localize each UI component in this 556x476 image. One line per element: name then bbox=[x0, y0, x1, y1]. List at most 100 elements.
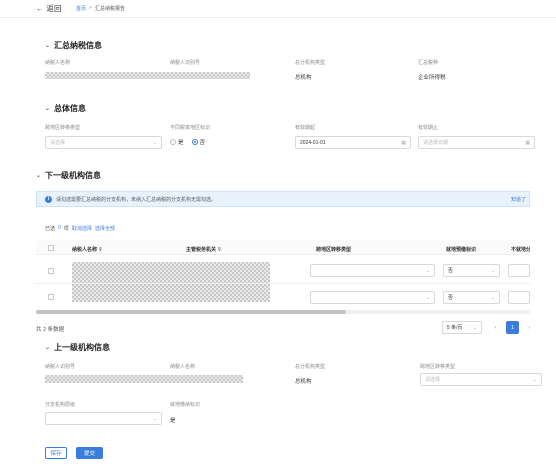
valid-from-value: 2024-01-01 bbox=[300, 139, 326, 146]
column-tax-office-text: 主管税务机关 bbox=[186, 247, 217, 253]
chevron-down-icon: ⌄ bbox=[425, 267, 430, 274]
chevron-down-icon: ⌄ bbox=[532, 376, 537, 383]
redacted-superior-info bbox=[45, 375, 243, 383]
row-cross-region-select[interactable]: ⌄ bbox=[310, 264, 435, 277]
same-region-radio-group: 是 否 bbox=[170, 138, 205, 146]
column-cross-region: 跨地区转移类型 bbox=[316, 247, 352, 253]
radio-selected-icon bbox=[191, 139, 198, 145]
breadcrumb-current: 汇总纳税报告 bbox=[94, 6, 125, 12]
org-type-label: 总分机构类型 bbox=[295, 60, 326, 66]
pagination-controls: ‹ 1 › bbox=[489, 321, 536, 334]
page-size-value: 5 条/页 bbox=[447, 325, 463, 331]
column-tax-office[interactable]: 主管税务机关 ⊽ bbox=[186, 246, 221, 253]
pagination-total: 共 2 条数据 bbox=[36, 327, 65, 333]
radio-no-label: 否 bbox=[199, 140, 206, 146]
select-all-checkbox[interactable] bbox=[48, 245, 54, 251]
redacted-row-data bbox=[72, 262, 270, 302]
row-extra-field[interactable] bbox=[508, 264, 530, 277]
save-button[interactable]: 保存 bbox=[45, 447, 67, 459]
back-label: 返回 bbox=[46, 4, 62, 13]
row-prepay-select[interactable]: 否 ⌄ bbox=[443, 264, 500, 277]
filter-icon[interactable]: ⊽ bbox=[98, 247, 102, 253]
submit-button[interactable]: 提交 bbox=[76, 447, 103, 459]
overall-section-title[interactable]: ⌄ 总体信息 bbox=[45, 103, 86, 114]
row-checkbox[interactable] bbox=[48, 294, 54, 300]
valid-from-date-field[interactable]: 2024-01-01 ▦ bbox=[295, 136, 411, 149]
tax-type-label: 汇总税种 bbox=[418, 60, 439, 66]
superior-org-type-label: 总分机构类型 bbox=[295, 364, 326, 370]
valid-to-date-field[interactable]: 请选择日期 ▦ bbox=[418, 136, 535, 149]
local-prepay-label: 就地缴纳标识 bbox=[170, 402, 201, 408]
chevron-down-icon: ⌄ bbox=[490, 267, 495, 274]
tax-type-value: 企业所得税 bbox=[418, 75, 446, 81]
select-all-link[interactable]: 选择全部 bbox=[95, 225, 115, 232]
superior-cross-region-select[interactable]: 请选择 ⌄ bbox=[420, 373, 542, 386]
column-prepay: 就地预缴标识 bbox=[446, 247, 477, 253]
info-notice-bar: i 请勾选需要汇总纳税的分支机构，未纳入汇总纳税的分支机构无需勾选。 bbox=[36, 191, 530, 207]
cross-region-placeholder: 请选择 bbox=[50, 140, 66, 146]
chevron-down-icon: ⌄ bbox=[45, 106, 51, 112]
subordinate-section-title[interactable]: ⌄ 下一级机构信息 bbox=[36, 170, 101, 181]
calendar-icon: ▦ bbox=[525, 139, 530, 146]
org-type-value: 总机构 bbox=[295, 75, 312, 81]
taxpayer-name-label: 纳税人名称 bbox=[45, 60, 71, 66]
filter-icon[interactable]: ⊽ bbox=[217, 247, 221, 253]
back-button[interactable]: ← 返回 bbox=[36, 3, 62, 14]
superior-taxpayer-id-label: 纳税人识别号 bbox=[45, 364, 76, 370]
row-divider bbox=[36, 283, 530, 284]
chevron-down-icon: ⌄ bbox=[152, 415, 157, 422]
superior-cross-region-placeholder: 请选择 bbox=[425, 377, 441, 383]
page-1-button[interactable]: 1 bbox=[506, 321, 519, 334]
table-scrollbar[interactable] bbox=[36, 310, 530, 314]
prev-page-button[interactable]: ‹ bbox=[489, 321, 502, 334]
same-region-label: 不同税率地区标识 bbox=[170, 125, 211, 131]
row-prepay-select[interactable]: 否 ⌄ bbox=[443, 291, 500, 304]
row-extra-field[interactable] bbox=[508, 291, 530, 304]
valid-to-label: 有效期止 bbox=[418, 125, 439, 131]
chevron-down-icon: ⌄ bbox=[472, 324, 477, 331]
redacted-taxpayer-info bbox=[45, 72, 250, 79]
selected-suffix: 项 bbox=[63, 226, 69, 232]
radio-yes[interactable]: 是 bbox=[170, 138, 184, 146]
breadcrumb-separator: > bbox=[89, 5, 92, 11]
calendar-icon: ▦ bbox=[401, 139, 406, 146]
radio-yes-label: 是 bbox=[178, 140, 184, 146]
row-cross-region-select[interactable]: ⌄ bbox=[310, 291, 435, 304]
info-icon: i bbox=[45, 195, 52, 203]
taxpayer-id-label: 纳税人识别号 bbox=[170, 60, 201, 66]
valid-to-placeholder: 请选择日期 bbox=[423, 140, 449, 146]
arrow-left-icon: ← bbox=[36, 4, 44, 13]
superior-taxpayer-name-label: 纳税人名称 bbox=[170, 364, 196, 370]
branch-level-select[interactable]: ⌄ bbox=[45, 412, 162, 425]
notice-dismiss-link[interactable]: 知道了 bbox=[511, 196, 526, 203]
info-notice-text: 请勾选需要汇总纳税的分支机构，未纳入汇总纳税的分支机构无需勾选。 bbox=[56, 196, 217, 203]
next-page-button[interactable]: › bbox=[523, 321, 536, 334]
breadcrumb: 首页 > 汇总纳税报告 bbox=[76, 5, 125, 12]
local-prepay-value: 是 bbox=[170, 418, 176, 424]
chevron-down-icon: ⌄ bbox=[490, 294, 495, 301]
superior-org-type-value: 总机构 bbox=[295, 379, 312, 385]
cancel-selection-link[interactable]: 取消选择 bbox=[72, 225, 92, 232]
chevron-down-icon: ⌄ bbox=[45, 43, 51, 49]
cross-region-select[interactable]: 请选择 ⌄ bbox=[45, 136, 162, 149]
selected-prefix: 已选 bbox=[45, 226, 56, 232]
breadcrumb-home[interactable]: 首页 bbox=[76, 5, 86, 12]
row-checkbox[interactable] bbox=[48, 268, 54, 274]
selected-count: 0 bbox=[58, 225, 61, 231]
subordinate-title-text: 下一级机构信息 bbox=[45, 171, 102, 180]
row-prepay-value: 否 bbox=[448, 268, 454, 274]
chevron-down-icon: ⌄ bbox=[425, 294, 430, 301]
radio-no[interactable]: 否 bbox=[191, 138, 206, 146]
superior-cross-region-label: 跨地区转移类型 bbox=[420, 364, 456, 370]
radio-circle-icon bbox=[170, 139, 176, 145]
page-size-select[interactable]: 5 条/页 ⌄ bbox=[442, 321, 482, 334]
summary-section-title[interactable]: ⌄ 汇总纳税信息 bbox=[45, 40, 102, 51]
table-scrollbar-thumb[interactable] bbox=[36, 310, 346, 314]
column-taxpayer-name-text: 纳税人名称 bbox=[72, 247, 98, 253]
valid-from-label: 有效期起 bbox=[295, 125, 316, 131]
column-taxpayer-name[interactable]: 纳税人名称 ⊽ bbox=[72, 246, 102, 253]
summary-title-text: 汇总纳税信息 bbox=[54, 41, 103, 50]
branch-level-label: 分支机构层级 bbox=[45, 402, 76, 408]
superior-section-title[interactable]: ⌄ 上一级机构信息 bbox=[45, 342, 110, 353]
chevron-down-icon: ⌄ bbox=[36, 173, 42, 179]
